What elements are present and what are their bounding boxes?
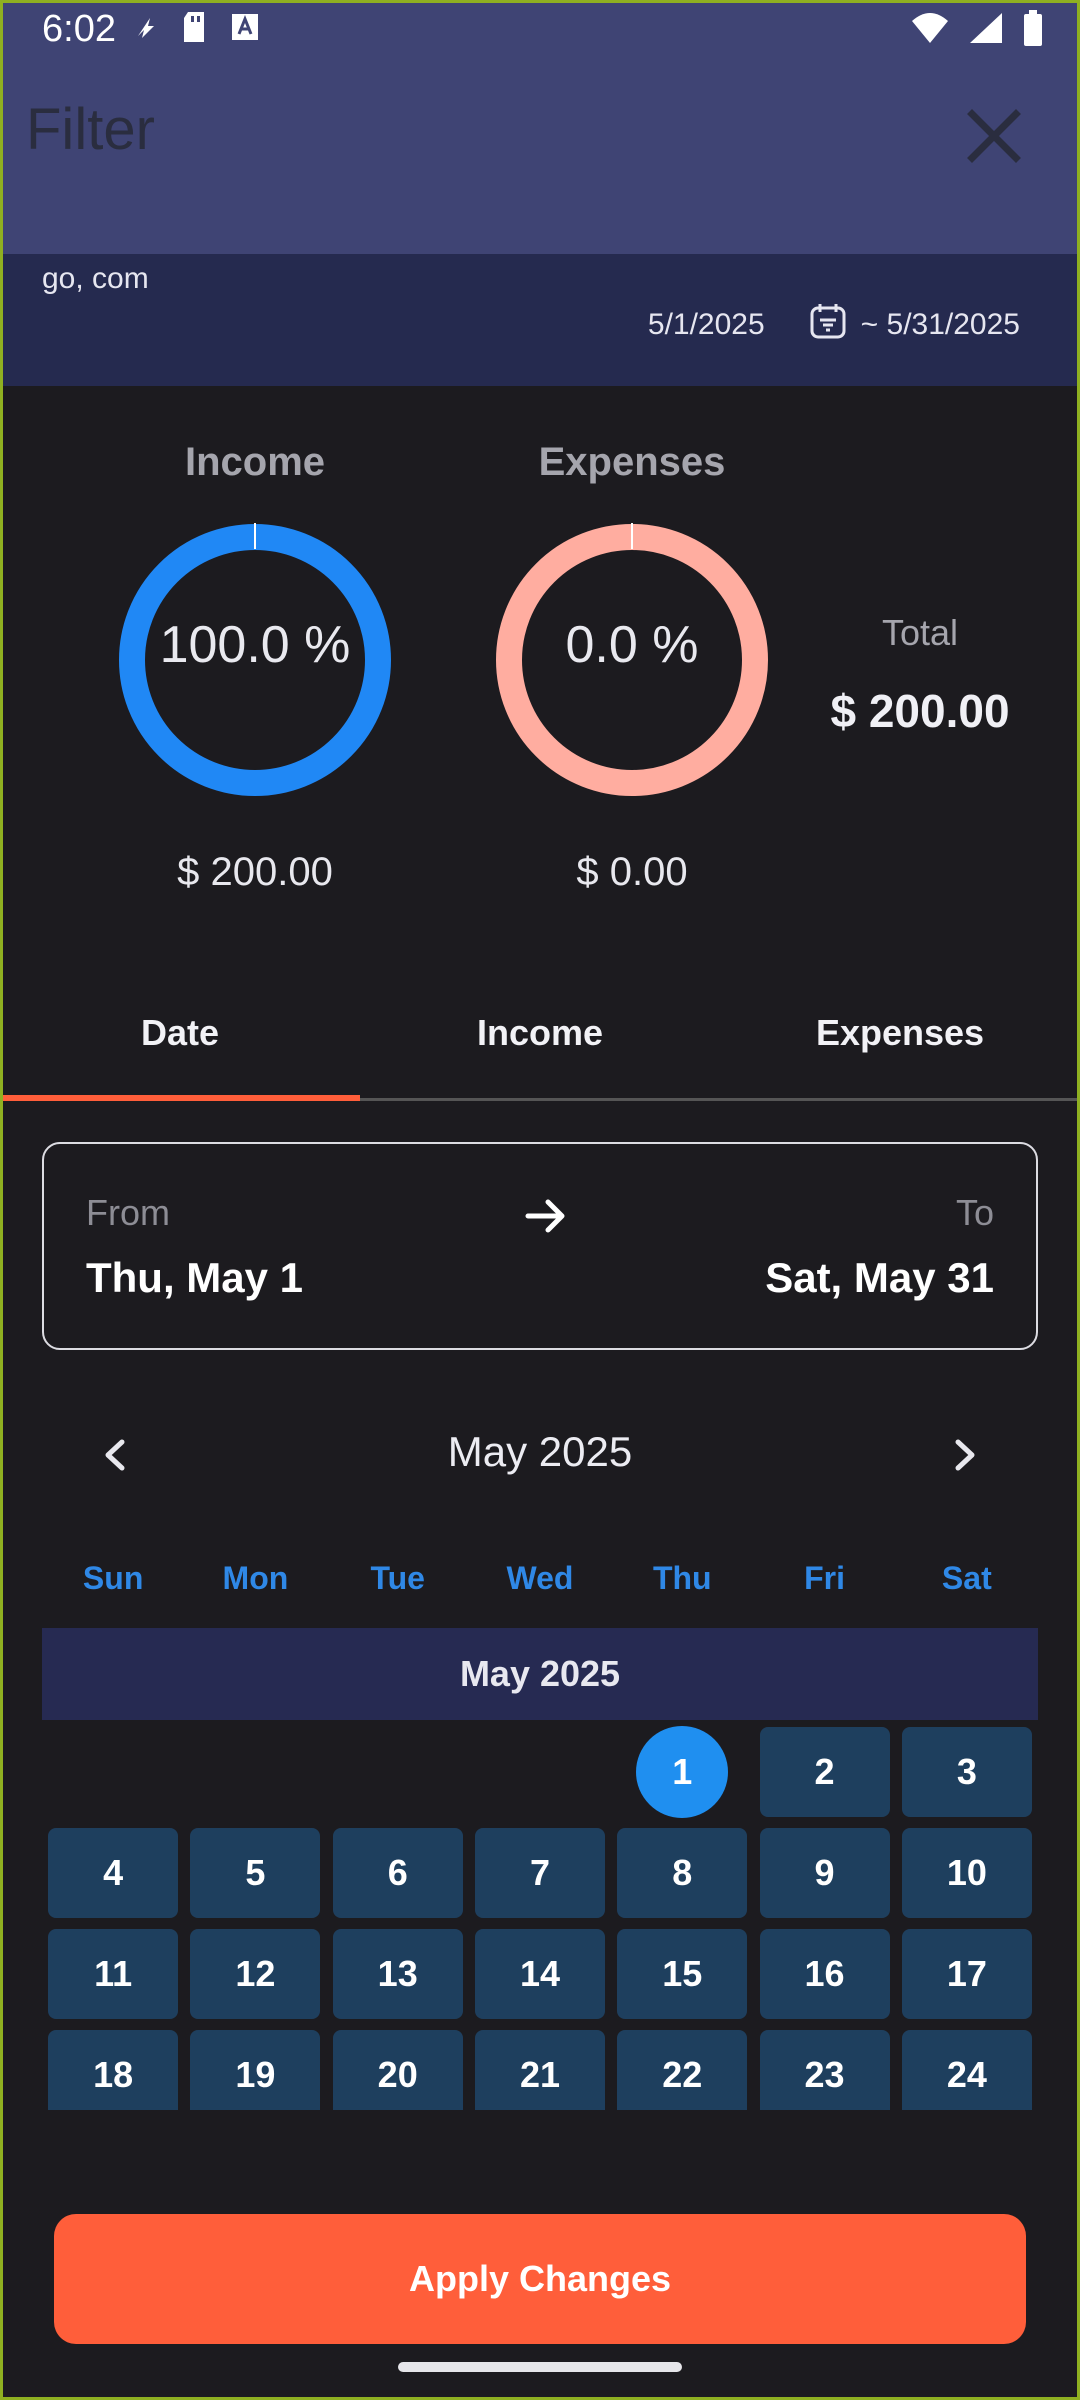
calendar-day[interactable]: 12 [190, 1929, 321, 2019]
income-percent: 100.0 % [159, 616, 351, 674]
calendar-day[interactable]: 10 [901, 1828, 1032, 1918]
weekday-label: Mon [222, 1560, 289, 1596]
app-bar: 6:02 Filter [0, 0, 1080, 254]
calendar-day[interactable]: 8 [617, 1828, 748, 1918]
calendar-day[interactable]: 23 [759, 2030, 890, 2110]
wifi-icon [910, 11, 950, 50]
weekday-label: Sun [82, 1560, 144, 1596]
calendar-day-grid: 1 2 3 4 5 6 7 8 9 10 11 12 13 14 15 16 17 18 19 20 21 22 23 24 [42, 1726, 1038, 2110]
calendar-day[interactable]: 22 [617, 2030, 748, 2110]
to-label: To [955, 1192, 994, 1233]
sd-card-icon [180, 10, 210, 49]
weekday-label: Thu [652, 1560, 712, 1596]
income-label: Income [184, 440, 326, 484]
tab-expenses[interactable]: Expenses [720, 990, 1080, 1098]
tab-bar: Date Income Expenses [0, 990, 1080, 1101]
total-amount: $ 200.00 [830, 685, 1010, 737]
calendar-filter-icon[interactable] [809, 302, 847, 348]
calendar-header: May 2025 [0, 1420, 1080, 1490]
calendar-day[interactable]: 3 [901, 1727, 1032, 1817]
status-notification-icons [130, 10, 260, 49]
close-icon[interactable] [958, 100, 1030, 172]
expenses-amount: $ 0.00 [576, 850, 688, 894]
zap-icon [130, 12, 160, 47]
date-range-display[interactable]: 5/1/2025 ~ 5/31/2025 [648, 302, 1020, 348]
calendar-day-selected[interactable]: 1 [636, 1726, 729, 1818]
from-label: From [86, 1192, 170, 1233]
calendar-day[interactable]: 15 [617, 1929, 748, 2019]
date-start: 5/1/2025 [647, 308, 765, 341]
weekday-label: Sat [941, 1560, 992, 1596]
page-title: Filter [26, 97, 155, 162]
tab-income[interactable]: Income [360, 990, 720, 1098]
font-a-icon [230, 12, 260, 47]
to-date[interactable]: Sat, May 31 [765, 1254, 994, 1302]
weekday-label: Wed [506, 1560, 574, 1596]
expenses-label: Expenses [538, 440, 726, 484]
expenses-percent: 0.0 % [565, 616, 699, 674]
search-keywords: go, com [42, 262, 149, 295]
signal-icon [968, 11, 1004, 50]
next-month-button[interactable] [930, 1420, 1000, 1490]
calendar-day[interactable]: 19 [190, 2030, 321, 2110]
income-amount: $ 200.00 [177, 850, 333, 894]
date-range-card[interactable]: From Thu, May 1 To Sat, May 31 [42, 1142, 1038, 1350]
close-button[interactable] [958, 100, 1030, 172]
battery-icon [1022, 10, 1044, 51]
arrow-right-icon [516, 1186, 576, 1246]
status-system-icons [910, 10, 1044, 51]
calendar-day[interactable]: 7 [475, 1828, 605, 1918]
calendar-day[interactable]: 24 [901, 2030, 1032, 2110]
home-indicator[interactable] [398, 2362, 682, 2372]
from-date[interactable]: Thu, May 1 [86, 1254, 303, 1302]
calendar-day[interactable]: 6 [332, 1828, 463, 1918]
calendar-day[interactable]: 18 [48, 2030, 179, 2110]
calendar-day[interactable]: 2 [759, 1727, 890, 1817]
weekday-label: Fri [804, 1560, 845, 1596]
calendar-month-band: May 2025 [42, 1628, 1038, 1720]
date-end: ~ 5/31/2025 [860, 308, 1020, 341]
chevron-right-icon[interactable] [930, 1420, 1000, 1490]
total-label: Total [881, 612, 959, 653]
status-time: 6:02 [42, 8, 116, 50]
weekday-label: Tue [370, 1560, 425, 1596]
apply-changes-button[interactable]: Apply Changes [54, 2214, 1026, 2344]
calendar-day[interactable]: 11 [48, 1929, 179, 2019]
income-summary: Income 100.0 % $ 200.00 [110, 440, 400, 895]
calendar-day[interactable]: 5 [190, 1828, 321, 1918]
calendar-day[interactable]: 9 [759, 1828, 890, 1918]
calendar-day[interactable]: 17 [901, 1929, 1032, 2019]
calendar-day[interactable]: 20 [332, 2030, 463, 2110]
calendar-day[interactable]: 4 [48, 1828, 179, 1918]
calendar-day[interactable]: 13 [332, 1929, 463, 2019]
tab-date[interactable]: Date [0, 990, 360, 1101]
calendar-month-title: May 2025 [447, 1428, 633, 1475]
weekday-header: Sun Mon Tue Wed Thu Fri Sat [42, 1560, 1038, 1597]
expenses-summary: Expenses 0.0 % $ 0.00 [487, 440, 777, 895]
calendar-day[interactable]: 16 [759, 1929, 890, 2019]
calendar-day[interactable]: 14 [475, 1929, 605, 2019]
calendar-day[interactable]: 21 [475, 2030, 605, 2110]
